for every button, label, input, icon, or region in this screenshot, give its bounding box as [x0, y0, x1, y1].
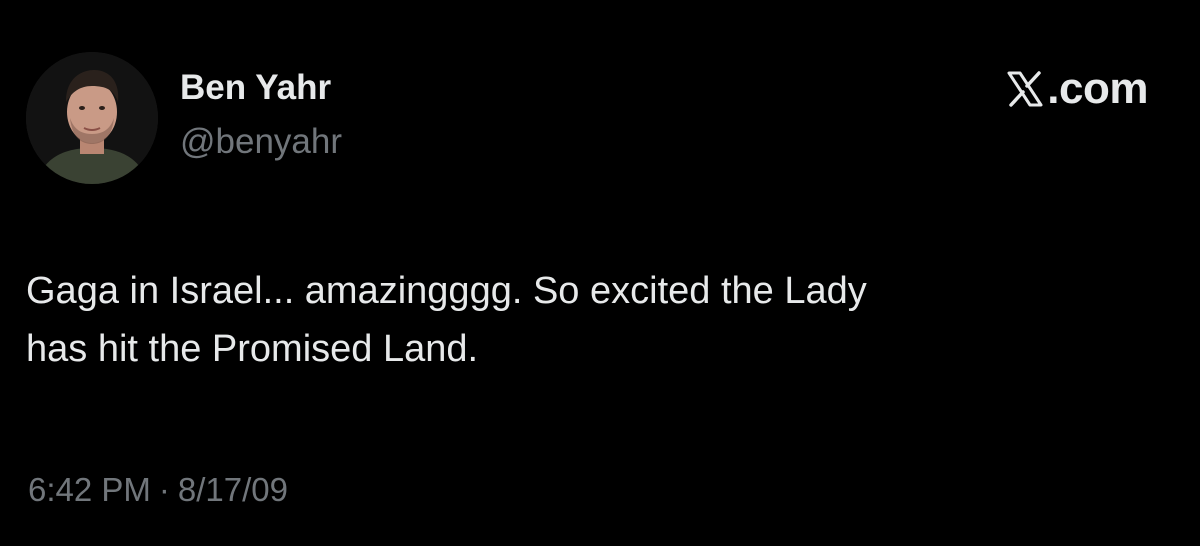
tweet-text-line: has hit the Promised Land. [26, 328, 479, 370]
x-logo-icon [1007, 71, 1043, 107]
brand-watermark: .com [1005, 64, 1148, 114]
tweet-text-line: Gaga in Israel... amazingggg. So excited… [26, 270, 867, 312]
tweet-card: Ben Yahr @benyahr .com Gaga in Israel...… [0, 0, 1200, 546]
tweet-date: 8/17/09 [177, 471, 289, 508]
tweet-timestamp[interactable]: 6:42 PM · 8/17/09 [28, 468, 288, 512]
author-display-name[interactable]: Ben Yahr [180, 66, 331, 110]
meta-separator: · [158, 471, 170, 508]
avatar-image [26, 52, 158, 184]
avatar[interactable] [26, 52, 158, 184]
brand-text: .com [1047, 64, 1148, 113]
tweet-text: Gaga in Israel... amazingggg. So excited… [26, 262, 1146, 378]
author-handle[interactable]: @benyahr [180, 120, 342, 164]
tweet-time: 6:42 PM [28, 471, 151, 508]
